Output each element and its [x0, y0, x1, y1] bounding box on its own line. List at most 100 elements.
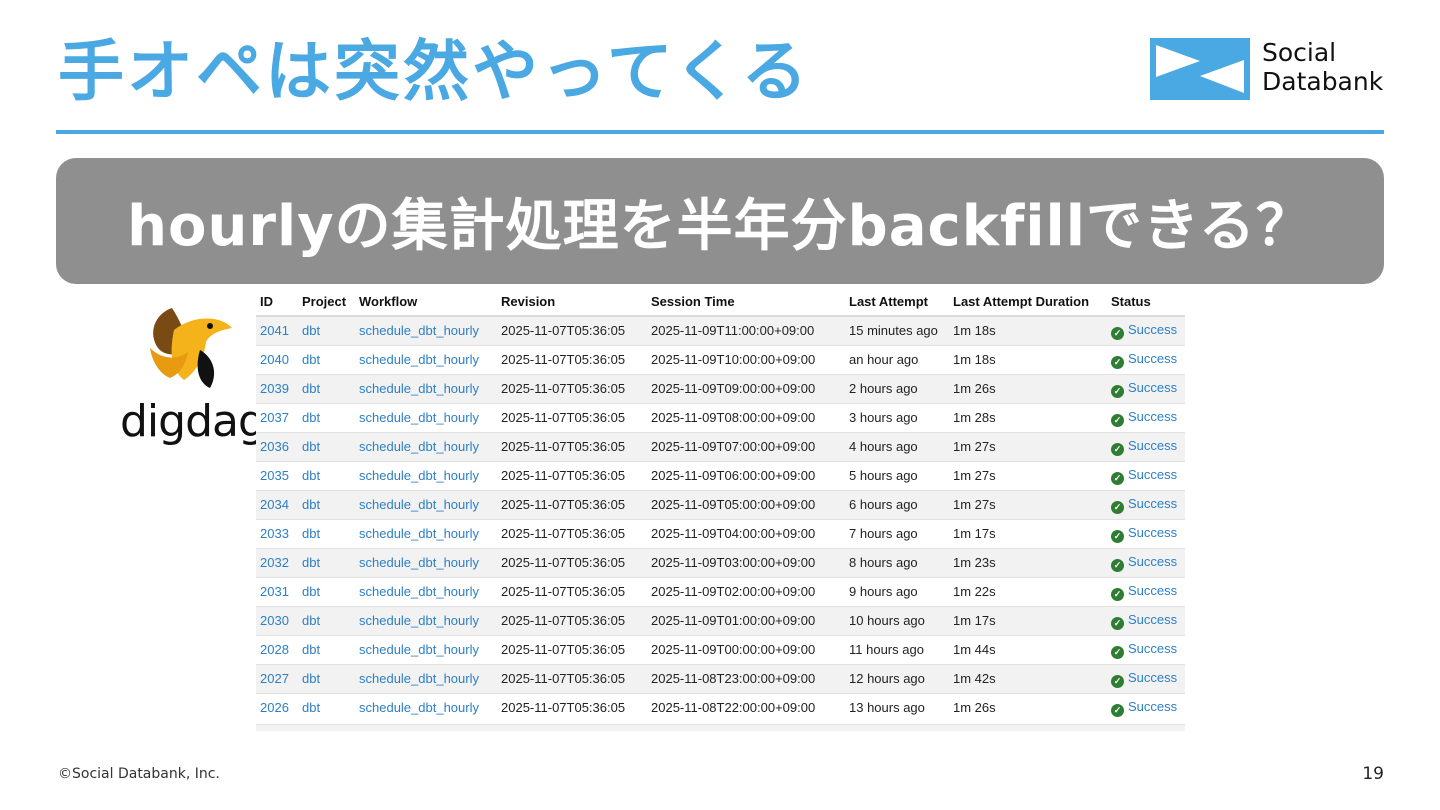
workflow-link[interactable]: schedule_dbt_hourly — [355, 315, 497, 345]
last-attempt-cell: 7 hours ago — [845, 518, 949, 548]
banner-text: hourlyの集計処理を半年分backfillできる？ — [127, 193, 1313, 259]
project-link[interactable]: dbt — [298, 344, 355, 374]
last-attempt-cell: 12 hours ago — [845, 663, 949, 693]
revision-cell: 2025-11-07T05:36:05 — [497, 518, 647, 548]
duration-cell: 1m 42s — [949, 663, 1107, 693]
workflow-link[interactable]: schedule_dbt_hourly — [355, 402, 497, 432]
session-id-link[interactable]: 2027 — [256, 663, 298, 693]
status-cell[interactable]: ✓ Success — [1107, 605, 1185, 635]
status-cell[interactable]: ✓ Success — [1107, 576, 1185, 606]
session-id-link[interactable]: 2040 — [256, 344, 298, 374]
workflow-link[interactable]: schedule_dbt_hourly — [355, 605, 497, 635]
column-header-project[interactable]: Project — [298, 287, 355, 317]
workflow-link[interactable]: schedule_dbt_hourly — [355, 344, 497, 374]
last-attempt-cell: 3 hours ago — [845, 402, 949, 432]
workflow-link[interactable]: schedule_dbt_hourly — [355, 431, 497, 461]
table-row[interactable]: 2041 dbt schedule_dbt_hourly 2025-11-07T05:… — [256, 315, 1185, 345]
page-number: 19 — [1362, 764, 1384, 784]
status-cell[interactable]: ✓ Success — [1107, 373, 1185, 403]
session-id-link[interactable]: 2033 — [256, 518, 298, 548]
table-row[interactable]: 2028 dbt schedule_dbt_hourly 2025-11-07T05:… — [256, 634, 1185, 664]
last-attempt-cell: 2 hours ago — [845, 373, 949, 403]
workflow-link[interactable]: schedule_dbt_hourly — [355, 576, 497, 606]
workflow-link[interactable]: schedule_dbt_hourly — [355, 663, 497, 693]
revision-cell: 2025-11-07T05:36:05 — [497, 605, 647, 635]
column-header-status[interactable]: Status — [1107, 287, 1185, 317]
session-id-link[interactable]: 2031 — [256, 576, 298, 606]
project-link[interactable]: dbt — [298, 518, 355, 548]
session-id-link[interactable]: 2036 — [256, 431, 298, 461]
project-link[interactable]: dbt — [298, 315, 355, 345]
table-row[interactable]: 2036 dbt schedule_dbt_hourly 2025-11-07T05:… — [256, 431, 1185, 461]
session-id-link[interactable]: 2030 — [256, 605, 298, 635]
column-header-revision[interactable]: Revision — [497, 287, 647, 317]
status-cell[interactable]: ✓ Success — [1107, 431, 1185, 461]
logo-line2: Databank — [1262, 67, 1384, 96]
session-id-link[interactable]: 2037 — [256, 402, 298, 432]
duration-cell: 1m 18s — [949, 315, 1107, 345]
column-header-duration[interactable]: Last Attempt Duration — [949, 287, 1107, 317]
check-circle-icon: ✓ — [1111, 587, 1124, 601]
status-cell[interactable]: ✓ Success — [1107, 518, 1185, 548]
session-id-link[interactable]: 2035 — [256, 460, 298, 490]
status-cell[interactable]: ✓ Success — [1107, 634, 1185, 664]
session-id-link[interactable]: 2034 — [256, 489, 298, 519]
table-row[interactable]: 2026 dbt schedule_dbt_hourly 2025-11-07T05:… — [256, 692, 1185, 722]
project-link[interactable]: dbt — [298, 489, 355, 519]
copyright-text: ©Social Databank, Inc. — [58, 766, 220, 782]
session-time-cell: 2025-11-09T07:00:00+09:00 — [647, 431, 845, 461]
workflow-link[interactable]: schedule_dbt_hourly — [355, 489, 497, 519]
logo-wordmark: Social Databank — [1262, 38, 1383, 96]
table-body: 2041 dbt schedule_dbt_hourly 2025-11-07T05:… — [256, 315, 1185, 722]
table-row[interactable]: 2035 dbt schedule_dbt_hourly 2025-11-07T05:… — [256, 460, 1185, 490]
project-link[interactable]: dbt — [298, 460, 355, 490]
table-row[interactable]: 2027 dbt schedule_dbt_hourly 2025-11-07T05:… — [256, 663, 1185, 693]
status-cell[interactable]: ✓ Success — [1107, 402, 1185, 432]
workflow-link[interactable]: schedule_dbt_hourly — [355, 547, 497, 577]
status-cell[interactable]: ✓ Success — [1107, 692, 1185, 722]
workflow-link[interactable]: schedule_dbt_hourly — [355, 634, 497, 664]
table-row[interactable]: 2037 dbt schedule_dbt_hourly 2025-11-07T05:… — [256, 402, 1185, 432]
table-row[interactable]: 2039 dbt schedule_dbt_hourly 2025-11-07T05:… — [256, 373, 1185, 403]
workflow-link[interactable]: schedule_dbt_hourly — [355, 460, 497, 490]
status-cell[interactable]: ✓ Success — [1107, 663, 1185, 693]
workflow-link[interactable]: schedule_dbt_hourly — [355, 373, 497, 403]
project-link[interactable]: dbt — [298, 634, 355, 664]
workflow-link[interactable]: schedule_dbt_hourly — [355, 692, 497, 722]
status-cell[interactable]: ✓ Success — [1107, 315, 1185, 345]
session-id-link[interactable]: 2028 — [256, 634, 298, 664]
table-row[interactable]: 2034 dbt schedule_dbt_hourly 2025-11-07T05:… — [256, 489, 1185, 519]
column-header-id[interactable]: ID — [256, 287, 298, 317]
column-header-last-attempt[interactable]: Last Attempt — [845, 287, 949, 317]
column-header-workflow[interactable]: Workflow — [355, 287, 497, 317]
session-id-link[interactable]: 2032 — [256, 547, 298, 577]
project-link[interactable]: dbt — [298, 692, 355, 722]
session-id-link[interactable]: 2041 — [256, 315, 298, 345]
project-link[interactable]: dbt — [298, 605, 355, 635]
status-cell[interactable]: ✓ Success — [1107, 547, 1185, 577]
revision-cell: 2025-11-07T05:36:05 — [497, 692, 647, 722]
duration-cell: 1m 27s — [949, 460, 1107, 490]
session-id-link[interactable]: 2039 — [256, 373, 298, 403]
session-id-link[interactable]: 2026 — [256, 692, 298, 722]
table-row[interactable]: 2040 dbt schedule_dbt_hourly 2025-11-07T05:… — [256, 344, 1185, 374]
status-cell[interactable]: ✓ Success — [1107, 460, 1185, 490]
project-link[interactable]: dbt — [298, 431, 355, 461]
status-label: Success — [1128, 408, 1178, 424]
status-cell[interactable]: ✓ Success — [1107, 489, 1185, 519]
column-header-session-time[interactable]: Session Time — [647, 287, 845, 317]
table-row[interactable]: 2033 dbt schedule_dbt_hourly 2025-11-07T05:… — [256, 518, 1185, 548]
project-link[interactable]: dbt — [298, 402, 355, 432]
table-row[interactable]: 2030 dbt schedule_dbt_hourly 2025-11-07T05:… — [256, 605, 1185, 635]
project-link[interactable]: dbt — [298, 663, 355, 693]
session-time-cell: 2025-11-09T05:00:00+09:00 — [647, 489, 845, 519]
status-cell[interactable]: ✓ Success — [1107, 344, 1185, 374]
project-link[interactable]: dbt — [298, 373, 355, 403]
session-time-cell: 2025-11-09T02:00:00+09:00 — [647, 576, 845, 606]
project-link[interactable]: dbt — [298, 547, 355, 577]
project-link[interactable]: dbt — [298, 576, 355, 606]
workflow-link[interactable]: schedule_dbt_hourly — [355, 518, 497, 548]
table-row[interactable]: 2032 dbt schedule_dbt_hourly 2025-11-07T05:… — [256, 547, 1185, 577]
table-row[interactable]: 2031 dbt schedule_dbt_hourly 2025-11-07T05:… — [256, 576, 1185, 606]
status-label: Success — [1128, 611, 1178, 627]
